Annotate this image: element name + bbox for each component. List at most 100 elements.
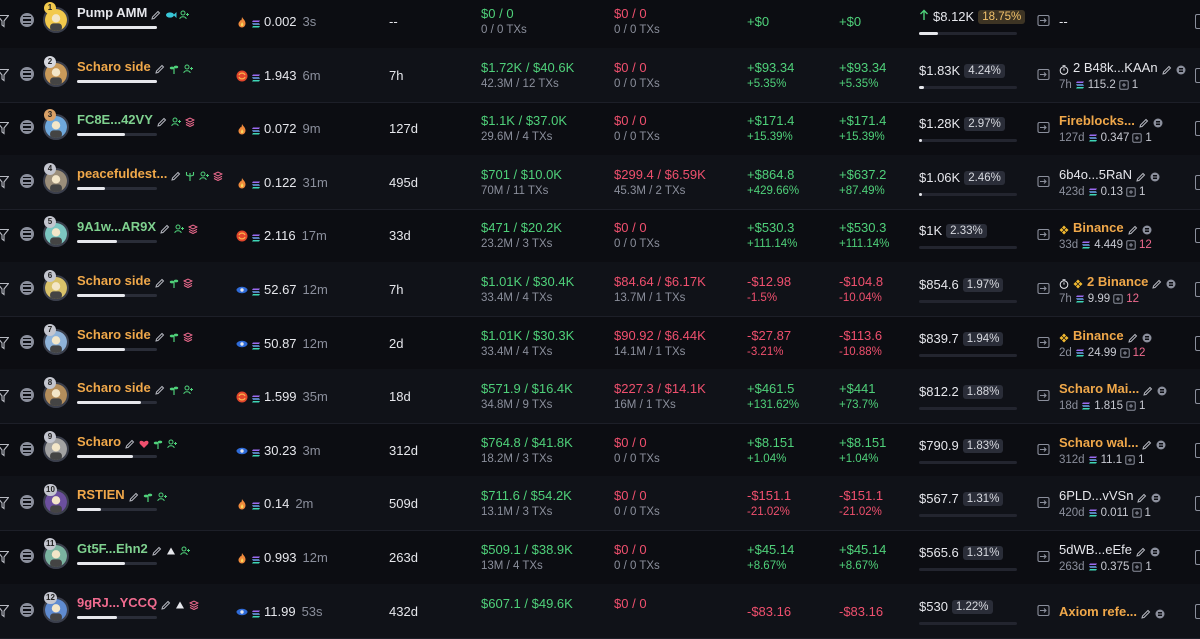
edit-icon[interactable] bbox=[1137, 491, 1147, 503]
doc-icon[interactable] bbox=[1153, 116, 1163, 127]
edit-icon[interactable] bbox=[128, 490, 139, 502]
menu-icon[interactable] bbox=[20, 67, 34, 81]
menu-icon[interactable] bbox=[20, 495, 34, 509]
edit-icon[interactable] bbox=[171, 169, 181, 181]
trader-row[interactable]: 10 RSTIEN 0.14 2m 509d $711.6 / $54.2K 13.1M /… bbox=[0, 476, 1200, 531]
menu-icon[interactable] bbox=[20, 335, 34, 349]
funnel-icon[interactable] bbox=[0, 228, 10, 242]
doc-icon[interactable] bbox=[1142, 223, 1152, 234]
link-icon[interactable] bbox=[1037, 443, 1050, 456]
edit-icon[interactable] bbox=[1127, 223, 1138, 235]
menu-icon[interactable] bbox=[20, 281, 34, 295]
funding-cell[interactable]: Scharo Mai... 18d 1.815 1 bbox=[1059, 381, 1167, 412]
wallet-name[interactable]: Scharo side bbox=[77, 380, 193, 395]
wallet-name[interactable]: 9gRJ...YCCQ bbox=[77, 595, 200, 610]
funding-cell[interactable]: 5dWB...eEfe 263d 0.375 1 bbox=[1059, 542, 1160, 573]
funnel-icon[interactable] bbox=[0, 389, 10, 403]
link-icon[interactable] bbox=[1037, 389, 1050, 402]
edit-icon[interactable] bbox=[151, 8, 161, 20]
funding-cell[interactable]: 2 B48k...KAAn 7h 115.2 1 bbox=[1059, 60, 1186, 91]
funding-cell[interactable]: Axiom refe... bbox=[1059, 604, 1165, 619]
edit-icon[interactable] bbox=[1143, 384, 1153, 396]
wallet-name[interactable]: Pump AMM bbox=[77, 5, 190, 20]
trader-row[interactable]: 9 Scharo 30.23 3m 312d $764.8 / $41.8K 18.2M /… bbox=[0, 423, 1200, 478]
edit-icon[interactable] bbox=[1136, 545, 1146, 557]
funnel-icon[interactable] bbox=[0, 68, 10, 82]
edit-icon[interactable] bbox=[1152, 277, 1162, 289]
link-icon[interactable] bbox=[1037, 68, 1050, 81]
menu-icon[interactable] bbox=[20, 549, 34, 563]
link-icon[interactable] bbox=[1037, 175, 1050, 188]
link-icon[interactable] bbox=[1037, 282, 1050, 295]
funding-cell[interactable]: 6b4o...5RaN 423d 0.13 1 bbox=[1059, 167, 1160, 198]
wallet-name[interactable]: peacefuldest... bbox=[77, 166, 224, 181]
menu-icon[interactable] bbox=[20, 174, 34, 188]
funding-cell[interactable]: Binance 33d 4.449 12 bbox=[1059, 220, 1152, 251]
menu-icon[interactable] bbox=[20, 388, 34, 402]
funnel-icon[interactable] bbox=[0, 175, 10, 189]
wallet-name[interactable]: Scharo side bbox=[77, 327, 193, 342]
wallet-name[interactable]: Scharo side bbox=[77, 59, 193, 74]
funnel-icon[interactable] bbox=[0, 496, 10, 510]
edit-icon[interactable] bbox=[1141, 607, 1151, 619]
wallet-name[interactable]: Gt5F...Ehn2 bbox=[77, 541, 190, 556]
link-icon[interactable] bbox=[1037, 496, 1050, 509]
edit-icon[interactable] bbox=[125, 437, 135, 449]
link-icon[interactable] bbox=[1037, 121, 1050, 134]
funding-cell[interactable]: Fireblocks... 127d 0.347 1 bbox=[1059, 113, 1163, 144]
edit-icon[interactable] bbox=[155, 276, 165, 288]
funnel-icon[interactable] bbox=[0, 550, 10, 564]
menu-icon[interactable] bbox=[20, 13, 34, 27]
edit-icon[interactable] bbox=[1136, 170, 1146, 182]
menu-icon[interactable] bbox=[20, 120, 34, 134]
doc-icon[interactable] bbox=[1176, 63, 1186, 74]
edit-icon[interactable] bbox=[1127, 331, 1138, 343]
wallet-name[interactable]: 9A1w...AR9X bbox=[77, 219, 199, 234]
funding-cell[interactable]: Scharo wal... 312d 11.1 1 bbox=[1059, 435, 1166, 466]
funding-cell[interactable]: -- bbox=[1059, 14, 1068, 29]
trader-row[interactable]: 11 Gt5F...Ehn2 0.993 12m 263d $509.1 / $38.9K… bbox=[0, 530, 1200, 585]
funnel-icon[interactable] bbox=[0, 336, 10, 350]
funnel-icon[interactable] bbox=[0, 121, 10, 135]
edit-icon[interactable] bbox=[155, 383, 165, 395]
wallet-name[interactable]: Scharo side bbox=[77, 273, 193, 288]
edit-icon[interactable] bbox=[157, 115, 167, 127]
edit-icon[interactable] bbox=[152, 544, 162, 556]
link-icon[interactable] bbox=[1037, 14, 1050, 27]
link-icon[interactable] bbox=[1037, 336, 1050, 349]
edit-icon[interactable] bbox=[155, 330, 165, 342]
menu-icon[interactable] bbox=[20, 603, 34, 617]
edit-icon[interactable] bbox=[1139, 116, 1149, 128]
funding-cell[interactable]: 6PLD...vVSn 420d 0.011 1 bbox=[1059, 488, 1161, 519]
edit-icon[interactable] bbox=[1161, 63, 1172, 75]
doc-icon[interactable] bbox=[1166, 277, 1176, 288]
funnel-icon[interactable] bbox=[0, 443, 10, 457]
edit-icon[interactable] bbox=[1142, 438, 1152, 450]
trader-row[interactable]: 5 9A1w...AR9X 2.116 17m 33d $471 / $20.2K 23.2… bbox=[0, 208, 1200, 263]
funnel-icon[interactable] bbox=[0, 282, 10, 296]
link-icon[interactable] bbox=[1037, 604, 1050, 617]
trader-row[interactable]: 6 Scharo side 52.67 12m 7h $1.01K / $30.4K 33.… bbox=[0, 262, 1200, 317]
doc-icon[interactable] bbox=[1150, 545, 1160, 556]
doc-icon[interactable] bbox=[1142, 331, 1152, 342]
doc-icon[interactable] bbox=[1151, 491, 1161, 502]
doc-icon[interactable] bbox=[1150, 170, 1160, 181]
menu-icon[interactable] bbox=[20, 227, 34, 241]
edit-icon[interactable] bbox=[161, 598, 171, 610]
doc-icon[interactable] bbox=[1156, 438, 1166, 449]
trader-row[interactable]: 1 Pump AMM 0.002 3s -- $0 / 0 0 / 0 TXs $0 / 0 0… bbox=[0, 0, 1200, 49]
trader-row[interactable]: 2 Scharo side 1.943 6m 7h $1.72K / $40.6K 42.3… bbox=[0, 48, 1200, 103]
funnel-icon[interactable] bbox=[0, 604, 10, 618]
wallet-name[interactable]: FC8E...42VY bbox=[77, 112, 195, 127]
trader-row[interactable]: 12 9gRJ...YCCQ 11.99 53s 432d $607.1 / $49.6K… bbox=[0, 584, 1200, 639]
trader-row[interactable]: 3 FC8E...42VY 0.072 9m 127d $1.1K / $37.0K 29.… bbox=[0, 101, 1200, 156]
edit-icon[interactable] bbox=[155, 62, 165, 74]
wallet-name[interactable]: Scharo bbox=[77, 434, 178, 449]
trader-row[interactable]: 8 Scharo side 1.599 35m 18d $571.9 / $16.4K 34… bbox=[0, 369, 1200, 424]
trader-row[interactable]: 7 Scharo side 50.87 12m 2d $1.01K / $30.3K 33.… bbox=[0, 316, 1200, 371]
edit-icon[interactable] bbox=[160, 222, 170, 234]
funding-cell[interactable]: Binance 2d 24.99 12 bbox=[1059, 328, 1152, 359]
link-icon[interactable] bbox=[1037, 228, 1050, 241]
wallet-name[interactable]: RSTIEN bbox=[77, 487, 167, 502]
menu-icon[interactable] bbox=[20, 442, 34, 456]
